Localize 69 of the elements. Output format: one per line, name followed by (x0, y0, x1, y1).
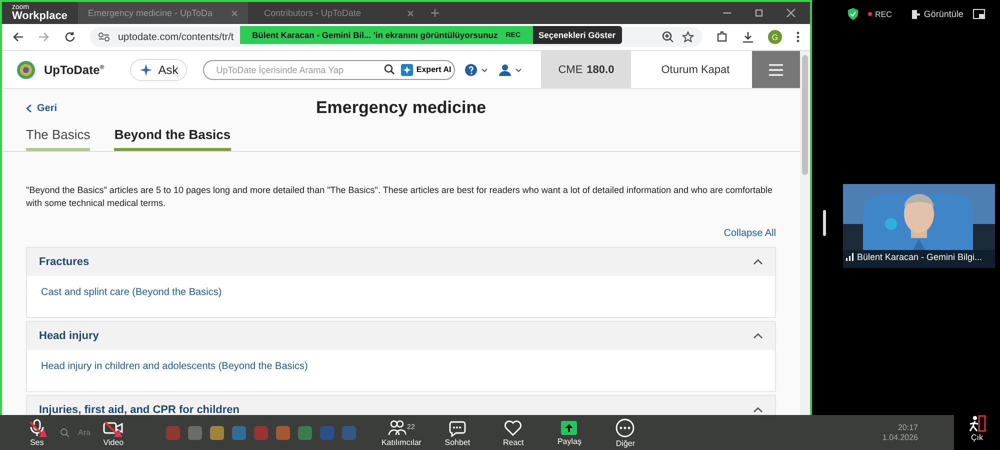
menu-button[interactable] (752, 51, 800, 88)
star-icon[interactable] (682, 31, 694, 43)
chevron-up-icon[interactable] (753, 259, 763, 266)
toolbar-button[interactable]: Sohbet (434, 418, 480, 446)
zoom-logo-title: Workplace (12, 11, 68, 22)
search-field[interactable]: UpToDate İçerisinde Arama Yap Expert AI (203, 60, 456, 80)
close-tab-icon[interactable] (231, 10, 238, 16)
extensions-icon[interactable] (716, 31, 728, 43)
chevron-up-icon[interactable] (753, 333, 763, 340)
brand-name: UpToDate$^{®}$ (44, 62, 104, 76)
zoom-icon[interactable] (662, 31, 674, 43)
ask-button[interactable]: Ask (130, 58, 188, 80)
sparkle-icon (401, 64, 414, 76)
search-icon[interactable] (384, 64, 396, 75)
download-icon[interactable] (742, 31, 754, 43)
taskbar-app-icon[interactable] (210, 426, 224, 440)
show-options-button[interactable]: Seçenekleri Göster (532, 26, 622, 44)
camera-icon[interactable] (102, 418, 124, 436)
page-tab[interactable]: Beyond the Basics (114, 127, 231, 151)
toolbar-button[interactable]: Ses (14, 418, 60, 446)
participant-name: Bülent Karacan - Gemini Bilgi... (857, 252, 982, 262)
cme-credits[interactable]: CME 180.0 (541, 51, 632, 88)
toolbar-button[interactable]: Video (90, 418, 136, 446)
recording-indicator: REC (868, 10, 892, 18)
site-settings-icon[interactable] (98, 32, 110, 42)
view-icon (912, 10, 920, 18)
help-icon[interactable] (465, 64, 490, 76)
signal-icon (846, 253, 854, 261)
user-icon[interactable] (499, 64, 524, 76)
scrollbar-thumb[interactable] (802, 55, 808, 175)
back-link[interactable]: Geri (26, 102, 106, 114)
section-header[interactable]: Head injury (27, 322, 775, 350)
article-link[interactable]: Cast and splint care (Beyond the Basics) (41, 287, 761, 298)
chevron-up-icon[interactable] (753, 407, 763, 414)
more-icon[interactable] (615, 418, 636, 438)
share-icon[interactable] (560, 420, 578, 436)
chevron-left-icon (26, 104, 32, 112)
section-header[interactable]: Fractures (27, 248, 775, 276)
view-button[interactable]: Görüntüle (912, 9, 964, 19)
collapse-all-link[interactable]: Collapse All (724, 228, 776, 240)
sparkle-icon (139, 62, 154, 76)
heart-icon[interactable] (504, 418, 522, 436)
uptodate-logo-icon (16, 60, 36, 80)
reload-icon[interactable] (64, 31, 76, 43)
article-link[interactable]: Head injury in children and adolescents (Beyond the Basics) (41, 361, 761, 372)
window-icon[interactable] (973, 9, 986, 19)
close-tab-icon[interactable] (407, 10, 414, 16)
microphone-icon[interactable] (27, 418, 47, 436)
participants-icon[interactable] (388, 418, 406, 436)
logout-link[interactable]: Oturum Kapat (655, 62, 736, 76)
leave-button[interactable]: Çık (968, 415, 986, 450)
close-icon[interactable] (786, 8, 796, 18)
page-title: Emergency medicine (314, 98, 488, 118)
page-tab[interactable]: The Basics (26, 127, 90, 151)
back-arrow-icon[interactable] (12, 31, 24, 43)
section-header[interactable]: Injuries, first aid, and CPR for children (27, 396, 775, 415)
more-vertical-icon[interactable] (796, 31, 800, 43)
restore-icon[interactable] (754, 8, 764, 18)
toolbar-button[interactable]: React (490, 418, 536, 446)
expert-ai-button[interactable]: Expert AI (401, 64, 452, 76)
toolbar-button[interactable]: Paylaş (546, 420, 592, 446)
intro-paragraph: "Beyond the Basics" articles are 5 to 10 pages long and more detailed than "The Basics". These articles are best for readers who want a lot of detailed information and who are comfortable with some technical medical terms. (26, 184, 774, 210)
toolbar-button[interactable]: Diğer (602, 418, 648, 448)
chat-icon[interactable] (448, 418, 466, 436)
taskbar-clock: 20:17 1.04.2026 (882, 422, 918, 442)
shield-icon (848, 8, 858, 20)
menu-icon (769, 64, 783, 76)
exit-icon (968, 415, 986, 433)
new-tab-icon[interactable] (430, 8, 440, 18)
